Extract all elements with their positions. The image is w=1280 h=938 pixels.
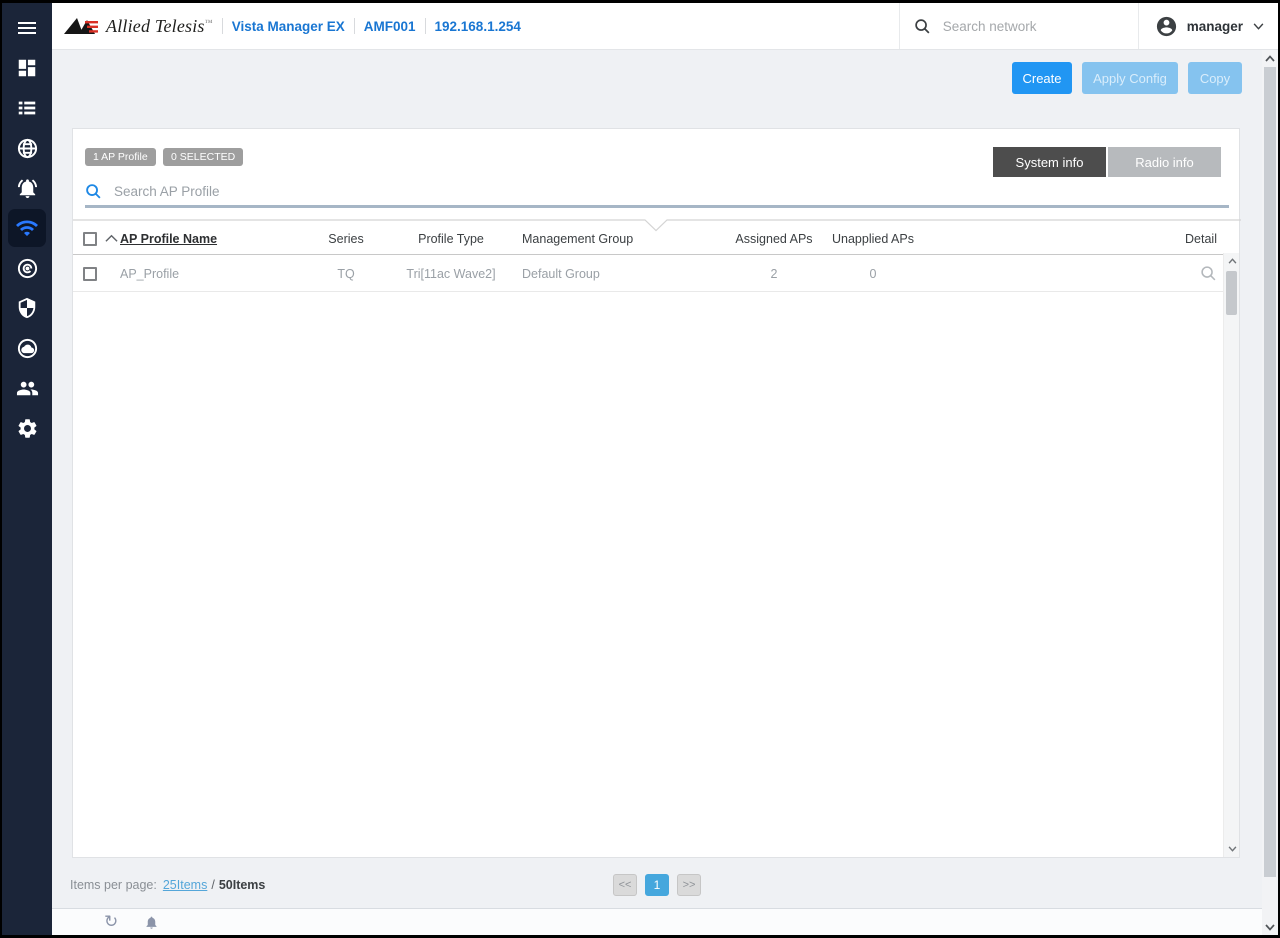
sidebar-item-monitoring[interactable]: [8, 249, 46, 287]
row-checkbox[interactable]: [83, 266, 97, 281]
search-icon: [914, 18, 930, 33]
last-page-button[interactable]: >>: [677, 874, 701, 896]
detail-magnifier-icon[interactable]: [1200, 265, 1217, 282]
sidebar: [2, 3, 52, 935]
table-scrollbar[interactable]: [1223, 253, 1239, 857]
allied-telesis-logo: [64, 18, 98, 34]
app-header: Allied Telesis™ Vista Manager EX AMF001 …: [52, 3, 1278, 50]
header-divider: [424, 18, 426, 34]
sidebar-item-user-management[interactable]: [8, 369, 46, 407]
cloud-icon: [17, 338, 37, 358]
dashboard-icon: [18, 59, 36, 77]
ip-address-link[interactable]: 192.168.1.254: [435, 19, 521, 34]
first-page-button[interactable]: <<: [613, 874, 637, 896]
search-underline: [85, 205, 1229, 208]
sidebar-item-wireless[interactable]: [8, 209, 46, 247]
footer-bar: ↻: [52, 908, 1262, 935]
current-page-button[interactable]: 1: [645, 874, 669, 896]
pagination: << 1 >>: [52, 874, 1262, 896]
network-map-icon: [17, 138, 37, 158]
cell-unapplied-aps: 0: [869, 266, 877, 281]
scrollbar-thumb[interactable]: [1226, 271, 1237, 315]
table-row[interactable]: AP_Profile TQ Tri[11ac Wave2] Default Gr…: [73, 256, 1225, 292]
cell-profile-name: AP_Profile: [120, 266, 180, 281]
search-icon: [86, 184, 101, 199]
asset-list-icon: [18, 101, 36, 115]
page-scrollbar[interactable]: [1262, 50, 1278, 935]
search-network-input[interactable]: [942, 18, 1113, 34]
tab-system-info[interactable]: System info: [993, 147, 1106, 177]
profile-count-badge: 1 AP Profile: [85, 148, 156, 166]
select-all-checkbox[interactable]: [83, 231, 97, 246]
column-header-detail: Detail: [1185, 231, 1217, 246]
header-divider: [353, 18, 355, 34]
create-button[interactable]: Create: [1012, 62, 1072, 94]
cell-management-group: Default Group: [522, 266, 600, 281]
notification-bell-icon[interactable]: [144, 914, 159, 931]
selected-count-badge: 0 SELECTED: [163, 148, 244, 166]
menu-icon[interactable]: [8, 9, 46, 47]
user-management-icon: [16, 381, 38, 395]
product-name-link[interactable]: Vista Manager EX: [232, 19, 345, 34]
sidebar-item-network-map[interactable]: [8, 129, 46, 167]
page-scroll-up-arrow[interactable]: [1262, 50, 1278, 66]
user-menu[interactable]: manager: [1139, 15, 1278, 38]
app-window: Allied Telesis™ Vista Manager EX AMF001 …: [2, 3, 1278, 935]
sidebar-item-settings[interactable]: [8, 409, 46, 447]
brand-name: Allied Telesis™: [106, 15, 213, 36]
avatar-icon: [1156, 16, 1176, 36]
settings-icon: [18, 418, 36, 438]
header-divider: [221, 18, 223, 34]
copy-button[interactable]: Copy: [1188, 62, 1242, 94]
sidebar-item-event-log[interactable]: [8, 169, 46, 207]
sidebar-item-security[interactable]: [8, 289, 46, 327]
scroll-up-arrow[interactable]: [1224, 253, 1240, 269]
apply-config-button[interactable]: Apply Config: [1082, 62, 1178, 94]
chevron-down-icon: [1253, 22, 1264, 30]
column-header-unapplied-aps: Unapplied APs: [831, 231, 914, 246]
page-scroll-down-arrow[interactable]: [1262, 919, 1278, 935]
refresh-icon[interactable]: ↻: [104, 912, 118, 932]
event-log-icon: [17, 178, 37, 198]
scroll-down-arrow[interactable]: [1224, 841, 1240, 857]
security-icon: [18, 297, 36, 319]
sort-ascending-icon[interactable]: [105, 234, 118, 243]
column-header-management-group: Management Group: [522, 231, 634, 246]
username-label: manager: [1186, 18, 1243, 34]
search-ap-profile-input[interactable]: [114, 184, 414, 199]
site-name-link[interactable]: AMF001: [364, 19, 416, 34]
column-header-profile-type: Profile Type: [418, 231, 484, 246]
ap-profile-search: [85, 183, 414, 200]
sidebar-item-dashboard[interactable]: [8, 49, 46, 87]
cell-profile-type: Tri[11ac Wave2]: [406, 266, 496, 281]
column-header-name[interactable]: AP Profile Name: [120, 223, 300, 254]
sidebar-item-asset-list[interactable]: [8, 89, 46, 127]
sidebar-item-cloud[interactable]: [8, 329, 46, 367]
main-content: Create Apply Config Copy 1 AP Profile 0 …: [52, 50, 1262, 935]
table-header-row: AP Profile Name Series Profile Type Mana…: [73, 223, 1225, 255]
tab-radio-info[interactable]: Radio info: [1108, 147, 1221, 177]
monitoring-icon: [17, 258, 37, 278]
page-scrollbar-thumb[interactable]: [1264, 67, 1276, 877]
wireless-icon: [16, 220, 38, 236]
ap-profile-panel: 1 AP Profile 0 SELECTED System info Radi…: [72, 128, 1241, 858]
network-search: [900, 18, 1138, 35]
